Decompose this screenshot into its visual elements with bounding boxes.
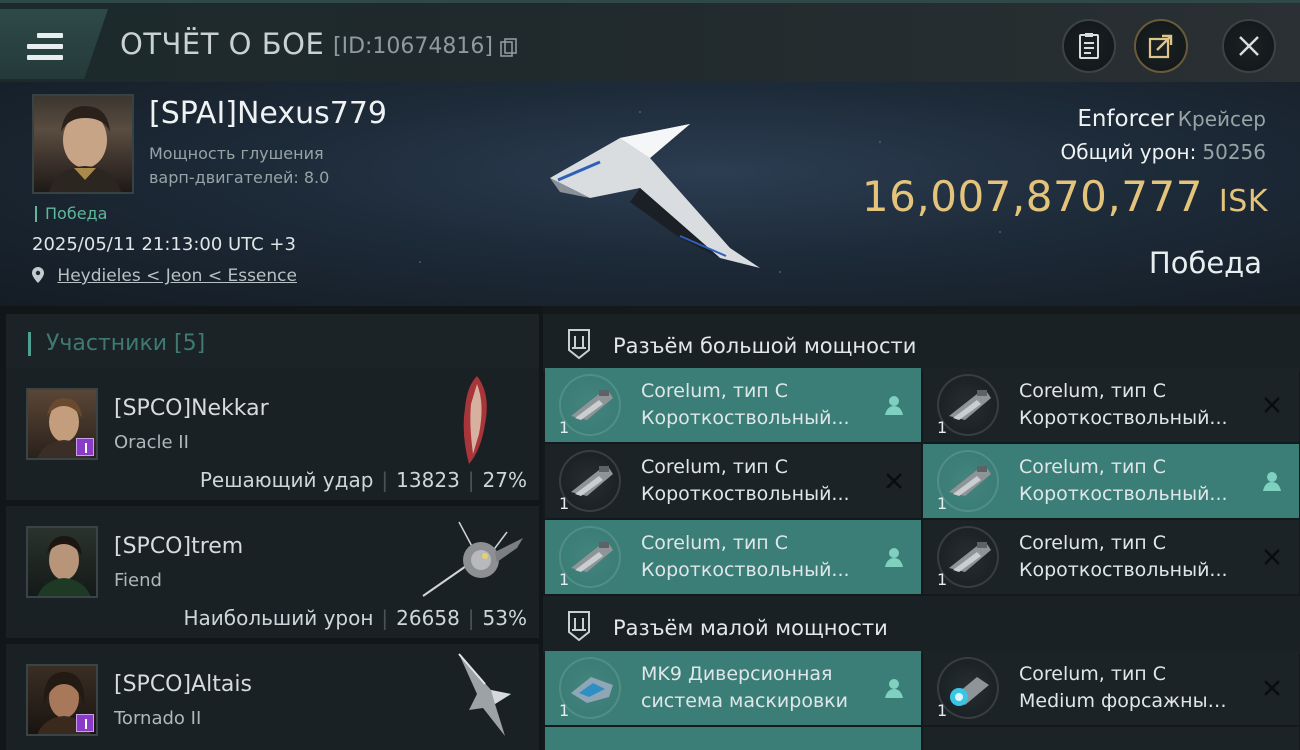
dropped-person-icon xyxy=(885,679,903,698)
module-type: Короткоствольный... xyxy=(641,407,850,429)
tornado-ship-icon xyxy=(458,653,511,736)
isk-value: 16,007,870,777 ISK xyxy=(861,172,1268,221)
module-slot[interactable]: 1 MK9 Диверсионная система маскировки xyxy=(545,651,921,725)
module-slot[interactable]: 1 Corelum, тип C Короткоствольный... xyxy=(923,520,1299,594)
page-title: ОТЧЁТ О БОЕ xyxy=(120,27,325,61)
destroyed-x-icon xyxy=(886,473,902,489)
oracle-ship-icon xyxy=(463,376,487,464)
participants-panel[interactable]: Участники [5] [SPCO]Nekkar Oracle II Реш… xyxy=(0,306,543,750)
module-slot[interactable]: 1 Corelum, тип C Короткоствольный... xyxy=(545,520,921,594)
location-link[interactable]: Heydieles < Jeon < Essence xyxy=(57,266,297,286)
clipboard-icon xyxy=(1079,33,1099,59)
menu-button[interactable] xyxy=(0,9,108,79)
autocannon-icon xyxy=(571,542,613,572)
location-pin-icon xyxy=(32,267,44,283)
fitting-panel[interactable]: Разъём большой мощности 1 Corelum, тип C… xyxy=(543,306,1300,750)
module-slot[interactable] xyxy=(923,727,1299,750)
module-type: система маскировки xyxy=(641,690,848,712)
module-type: Короткоствольный... xyxy=(641,559,850,581)
low-slot-header: Разъём малой мощности xyxy=(543,596,1300,654)
module-type: Medium форсажный ... xyxy=(1019,690,1229,712)
module-name: Corelum, тип C xyxy=(641,456,789,478)
participant-ship: Fiend xyxy=(114,570,162,591)
autocannon-icon xyxy=(949,542,991,572)
module-name: Corelum, тип C xyxy=(1019,532,1167,554)
participant-avatar[interactable] xyxy=(26,664,98,736)
participant-row[interactable]: [SPCO]Nekkar Oracle II Решающий удар | 138… xyxy=(6,368,539,500)
autocannon-icon xyxy=(949,466,991,496)
autocannon-icon xyxy=(571,390,613,420)
participant-name[interactable]: [SPCO]Nekkar xyxy=(114,396,269,421)
module-slot[interactable]: 1 Corelum, тип C Короткоствольный... xyxy=(545,368,921,442)
report-id: [ID:10674816] xyxy=(333,34,493,59)
warp-scramble-stat: Мощность глушения варп-двигателей: 8.0 xyxy=(149,144,330,187)
module-slot[interactable]: 1 Corelum, тип C Короткоствольный... xyxy=(545,444,921,518)
hamburger-menu-icon xyxy=(27,33,63,61)
destroyed-x-icon xyxy=(1264,549,1280,565)
rank-badge-icon xyxy=(76,438,94,456)
autocannon-icon xyxy=(949,390,991,420)
participants-title: Участники [5] xyxy=(46,331,206,356)
dropped-person-icon xyxy=(885,396,903,415)
afterburner-icon xyxy=(950,677,989,706)
autocannon-icon xyxy=(571,466,613,496)
rank-badge-icon xyxy=(76,714,94,732)
destroyed-ship-image xyxy=(550,124,760,268)
copy-icon[interactable] xyxy=(500,38,517,57)
participant-avatar[interactable] xyxy=(26,388,98,460)
clipboard-button[interactable] xyxy=(1062,19,1116,73)
module-type: Короткоствольный... xyxy=(641,483,850,505)
participant-stats: Наибольший урон | 26658 | 53% xyxy=(183,606,527,630)
cloaking-device-icon xyxy=(571,677,613,703)
victim-summary: [SPAI]Nexus779 Мощность глушения варп-дв… xyxy=(0,82,1300,306)
module-name: MK9 Диверсионная xyxy=(641,663,833,685)
participants-header: Участники [5] xyxy=(6,314,539,368)
module-name: Corelum, тип C xyxy=(1019,663,1167,685)
close-button[interactable] xyxy=(1222,19,1276,73)
total-damage: Общий урон: 50256 xyxy=(1060,140,1266,164)
share-icon xyxy=(1148,34,1173,59)
participant-ship: Oracle II xyxy=(114,432,189,453)
victim-ship: Enforcer Крейсер xyxy=(1077,106,1266,132)
destroyed-x-icon xyxy=(1264,397,1280,413)
low-slot-icon xyxy=(568,611,590,642)
module-name: Corelum, тип C xyxy=(641,380,789,402)
participant-ship: Tornado II xyxy=(114,708,202,729)
module-name: Corelum, тип C xyxy=(1019,456,1167,478)
module-type: Короткоствольный... xyxy=(1019,559,1228,581)
fiend-ship-icon xyxy=(422,521,523,597)
destroyed-x-icon xyxy=(1264,680,1280,696)
high-slot-header: Разъём большой мощности xyxy=(543,314,1300,372)
top-bar: ОТЧЁТ О БОЕ [ID:10674816] xyxy=(0,0,1300,82)
participant-name[interactable]: [SPCO]trem xyxy=(114,534,243,559)
result-badge: Победа xyxy=(35,206,107,222)
module-name: Corelum, тип C xyxy=(1019,380,1167,402)
share-button[interactable] xyxy=(1134,19,1188,73)
module-name: Corelum, тип C xyxy=(641,532,789,554)
module-slot[interactable] xyxy=(545,727,921,750)
battle-location[interactable]: Heydieles < Jeon < Essence xyxy=(32,266,297,286)
close-icon xyxy=(1239,36,1259,56)
participant-row[interactable]: [SPCO]Altais Tornado II xyxy=(6,644,539,750)
module-type: Короткоствольный... xyxy=(1019,483,1228,505)
module-slot[interactable]: 1 Corelum, тип C Короткоствольный... xyxy=(923,444,1299,518)
module-slot[interactable]: 1 Corelum, тип C Короткоствольный... xyxy=(923,368,1299,442)
battle-result: Победа xyxy=(1148,246,1262,280)
high-slot-title: Разъём большой мощности xyxy=(613,334,917,358)
battle-datetime: 2025/05/11 21:13:00 UTC +3 xyxy=(32,234,296,255)
dropped-person-icon xyxy=(885,548,903,567)
participant-avatar[interactable] xyxy=(26,526,98,598)
module-slot[interactable]: 1 Corelum, тип C Medium форсажный ... xyxy=(923,651,1299,725)
victim-name[interactable]: [SPAI]Nexus779 xyxy=(149,96,387,131)
low-slot-title: Разъём малой мощности xyxy=(613,616,888,640)
participant-row[interactable]: [SPCO]trem Fiend Наибольший урон | 26658 | 5… xyxy=(6,506,539,638)
module-type: Короткоствольный... xyxy=(1019,407,1228,429)
victim-avatar[interactable] xyxy=(32,94,134,194)
dropped-person-icon xyxy=(1263,472,1281,491)
high-slot-icon xyxy=(568,329,590,360)
participant-name[interactable]: [SPCO]Altais xyxy=(114,672,252,697)
participant-stats: Решающий удар | 13823 | 27% xyxy=(199,468,527,492)
